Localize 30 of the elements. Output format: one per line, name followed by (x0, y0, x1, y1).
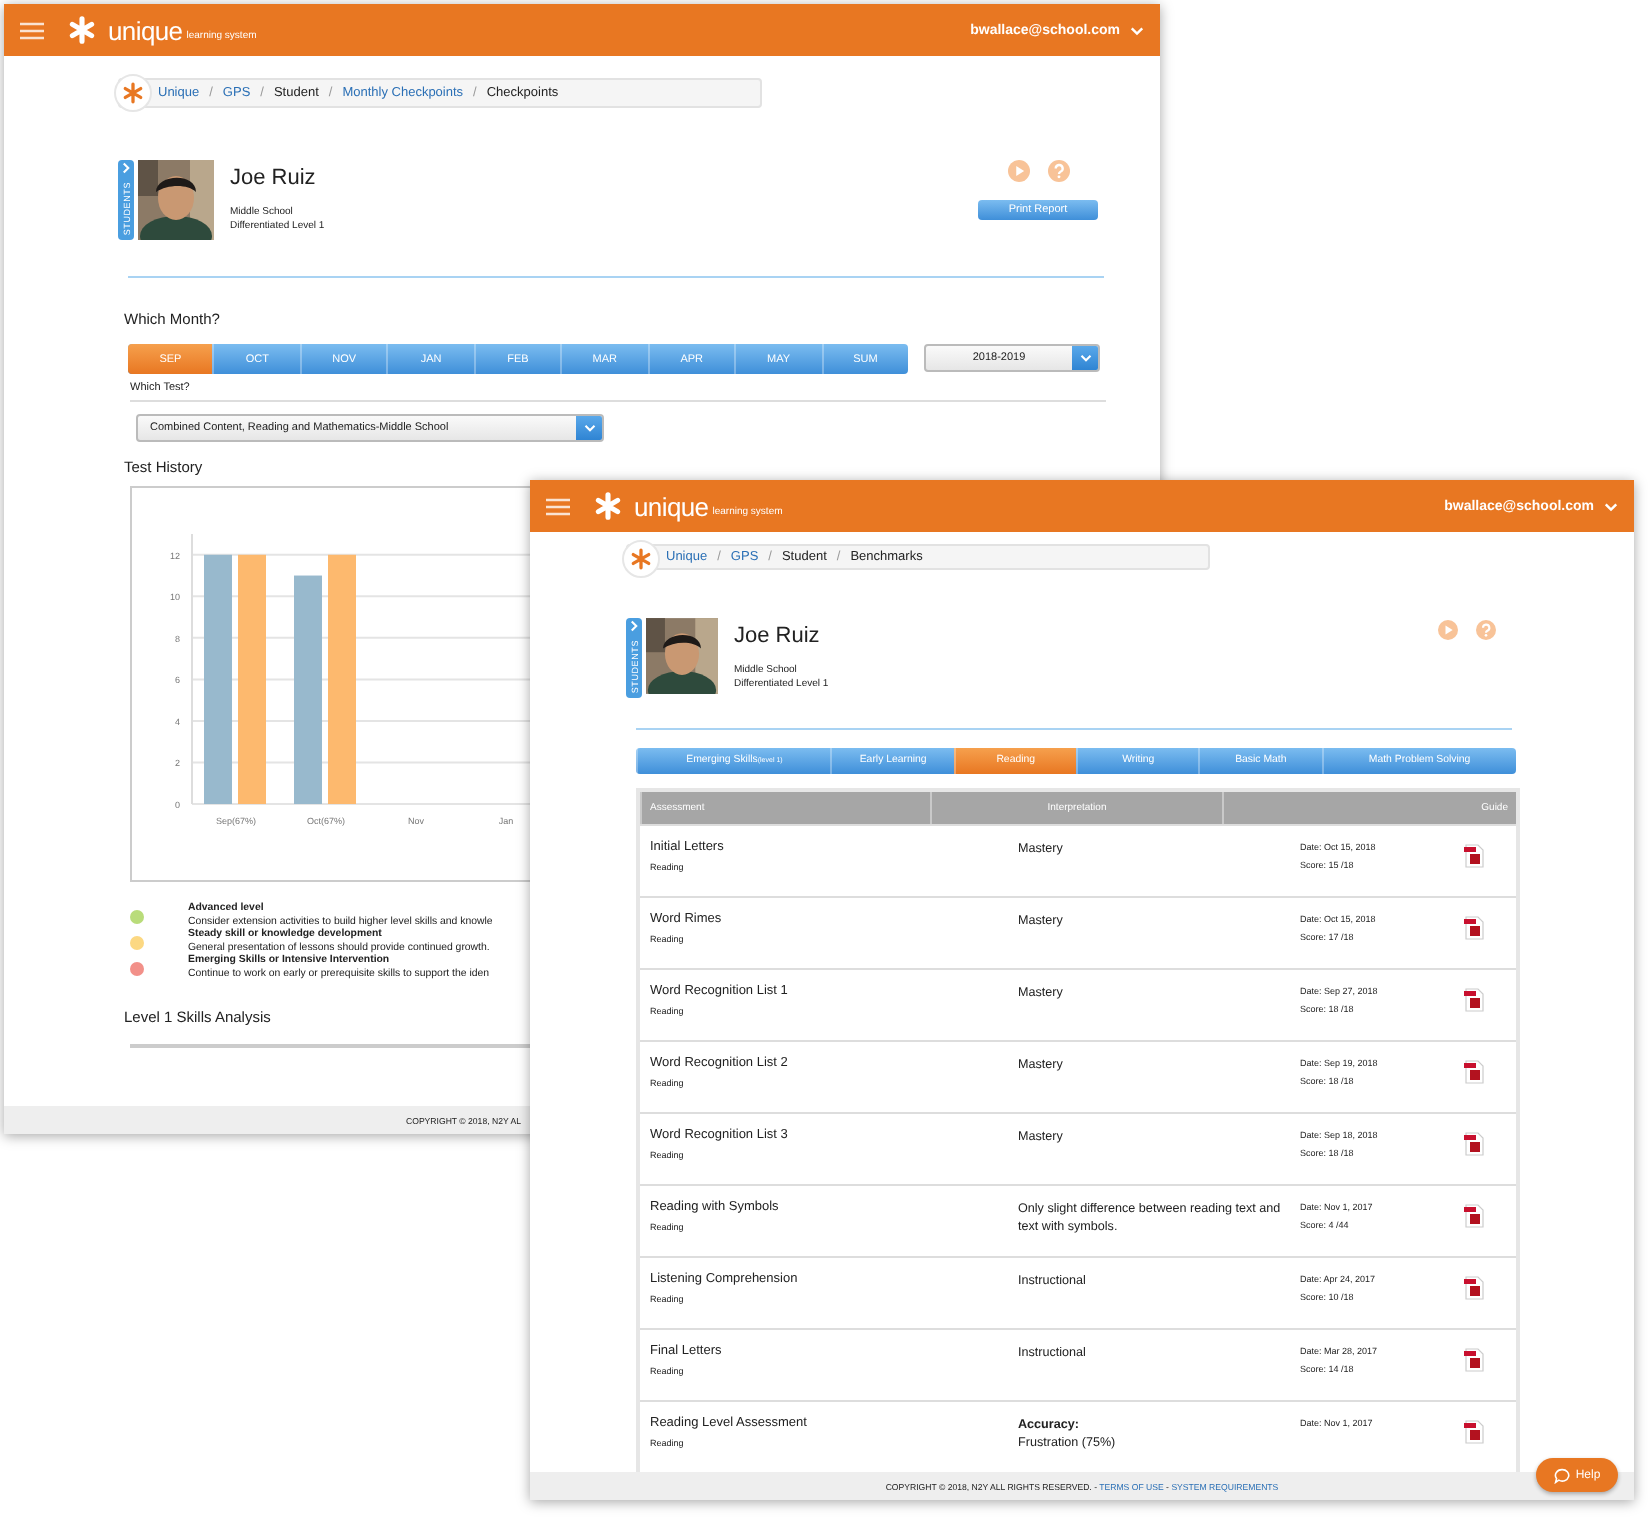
caret-icon[interactable] (1130, 25, 1144, 35)
chat-icon (1553, 1467, 1570, 1483)
caret-icon (1079, 354, 1091, 362)
play-icon[interactable] (1438, 619, 1458, 640)
logo-icon (592, 490, 624, 522)
chevron-icon (630, 619, 638, 632)
help-icon[interactable] (1047, 160, 1069, 182)
caret-icon (583, 424, 595, 432)
pdf-icon[interactable] (1464, 1204, 1484, 1228)
pdf-icon[interactable] (1464, 1348, 1484, 1372)
caret-icon[interactable] (1604, 501, 1618, 511)
logo-text: unique (634, 491, 709, 521)
pdf-icon[interactable] (1464, 988, 1484, 1012)
chevron-icon (122, 162, 130, 174)
menu-icon[interactable] (20, 21, 44, 39)
pdf-icon[interactable] (1464, 844, 1484, 868)
student-name: Joe Ruiz (230, 166, 318, 190)
pdf-icon[interactable] (1464, 1132, 1484, 1156)
pdf-icon[interactable] (1464, 1276, 1484, 1300)
play-icon[interactable] (1007, 160, 1029, 182)
pdf-icon[interactable] (1464, 1420, 1484, 1444)
menu-icon[interactable] (546, 497, 570, 515)
pdf-icon[interactable] (1464, 1060, 1484, 1084)
student-name: Joe Ruiz (734, 623, 822, 648)
home-badge[interactable] (114, 74, 152, 112)
help-icon[interactable] (1476, 619, 1496, 640)
home-badge[interactable] (622, 540, 660, 578)
logo-text: unique (108, 15, 183, 45)
logo-icon (66, 14, 98, 46)
pdf-icon[interactable] (1464, 916, 1484, 940)
